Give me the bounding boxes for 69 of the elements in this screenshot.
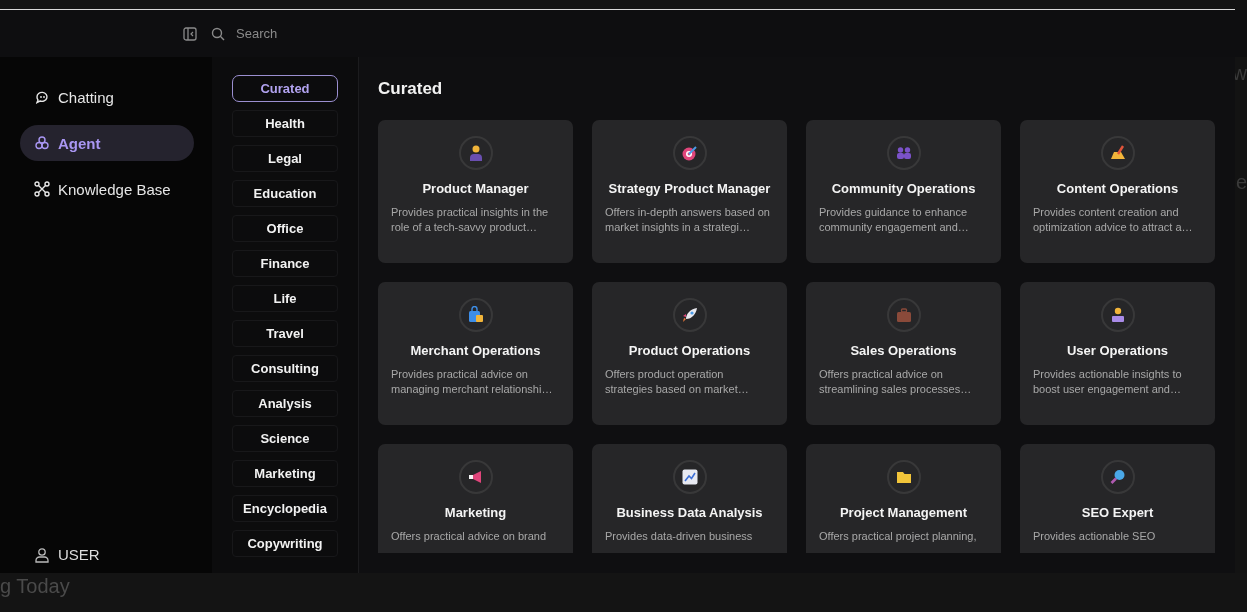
category-tab[interactable]: Analysis <box>232 390 338 417</box>
agent-description: Offers practical advice on streamlining sales processes… <box>818 367 973 397</box>
category-tab[interactable]: Legal <box>232 145 338 172</box>
sidebar-toggle-icon[interactable] <box>183 26 197 41</box>
network-icon <box>34 181 50 197</box>
nav-item[interactable]: Chatting <box>20 79 194 115</box>
category-tab[interactable]: Finance <box>232 250 338 277</box>
agent-card[interactable]: SEO Expert Provides actionable SEO <box>1020 444 1215 553</box>
agent-card[interactable]: Community Operations Provides guidance to enhance community engagement and… <box>806 120 1001 263</box>
agent-description: Provides practical insights in the role of a tech-savvy product… <box>390 205 550 235</box>
agent-title: User Operations <box>1066 343 1169 358</box>
category-tab[interactable]: Travel <box>232 320 338 347</box>
target-icon <box>680 144 699 162</box>
agent-title: Product Operations <box>628 343 751 358</box>
agent-card[interactable]: Project Management Offers practical project planning, <box>806 444 1001 553</box>
agent-card[interactable]: Marketing Offers practical advice on brand <box>378 444 573 553</box>
chart-icon <box>680 468 699 486</box>
agent-card[interactable]: User Operations Provides actionable insights to boost user engagement and… <box>1020 282 1215 425</box>
nav-item[interactable]: Knowledge Base <box>20 171 194 207</box>
agent-title: Project Management <box>839 505 968 520</box>
agent-title: Strategy Product Manager <box>608 181 771 196</box>
category-tab[interactable]: Marketing <box>232 460 338 487</box>
agent-title: Business Data Analysis <box>616 505 763 520</box>
agent-description: Offers in-depth answers based on market insights in a strategi… <box>604 205 771 235</box>
category-tab[interactable]: Consulting <box>232 355 338 382</box>
category-tab[interactable]: Science <box>232 425 338 452</box>
agent-title: Community Operations <box>831 181 976 196</box>
magnifier-icon <box>1108 468 1127 486</box>
nav-item[interactable]: Agent <box>20 125 194 161</box>
agent-card[interactable]: Content Operations Provides content creation and optimization advice to attract a… <box>1020 120 1215 263</box>
agent-title: Product Manager <box>422 181 529 196</box>
search-icon <box>211 26 225 41</box>
user-icon <box>34 546 50 563</box>
category-tab[interactable]: Health <box>232 110 338 137</box>
agent-description: Offers practical advice on brand <box>390 529 548 544</box>
category-tab[interactable]: Office <box>232 215 338 242</box>
agent-title: Content Operations <box>1056 181 1179 196</box>
agent-card[interactable]: Product Manager Provides practical insights in the role of a tech-savvy product… <box>378 120 573 263</box>
agent-description: Offers practical project planning, <box>818 529 978 544</box>
category-tab[interactable]: Life <box>232 285 338 312</box>
search-field[interactable]: Search <box>234 25 358 42</box>
category-tab[interactable]: Education <box>232 180 338 207</box>
agent-description: Provides practical advice on managing merchant relationshi… <box>390 367 554 397</box>
agent-card[interactable]: Business Data Analysis Provides data-driven business <box>592 444 787 553</box>
circles-icon <box>34 135 50 151</box>
section-title: Curated <box>378 79 444 99</box>
shopping-bag-icon <box>466 306 485 324</box>
agent-description: Provides data-driven business <box>604 529 754 544</box>
rocket-icon <box>680 306 699 324</box>
chat-icon <box>34 89 50 105</box>
user-account[interactable]: USER <box>20 546 212 563</box>
agent-card[interactable]: Sales Operations Offers practical advice on streamlining sales processes… <box>806 282 1001 425</box>
agent-title: Marketing <box>444 505 507 520</box>
category-tab[interactable]: Encyclopedia <box>232 495 338 522</box>
category-tab[interactable]: Curated <box>232 75 338 102</box>
agent-title: Merchant Operations <box>410 343 541 358</box>
briefcase-icon <box>894 306 913 324</box>
agent-description: Provides actionable SEO <box>1032 529 1157 544</box>
category-tab[interactable]: Copywriting <box>232 530 338 557</box>
agent-card[interactable]: Product Operations Offers product operation strategies based on market… <box>592 282 787 425</box>
agent-description: Offers product operation strategies based on market… <box>604 367 750 397</box>
people-icon <box>894 144 913 162</box>
agent-description: Provides content creation and optimization advice to attract a… <box>1032 205 1194 235</box>
agent-card[interactable]: Merchant Operations Provides practical advice on managing merchant relationshi… <box>378 282 573 425</box>
agent-title: SEO Expert <box>1081 505 1154 520</box>
agent-title: Sales Operations <box>850 343 957 358</box>
agent-description: Provides guidance to enhance community engagement and… <box>818 205 970 235</box>
agent-card[interactable]: Strategy Product Manager Offers in-depth answers based on market insights in a strategi… <box>592 120 787 263</box>
agent-description: Provides actionable insights to boost user engagement and… <box>1032 367 1183 397</box>
